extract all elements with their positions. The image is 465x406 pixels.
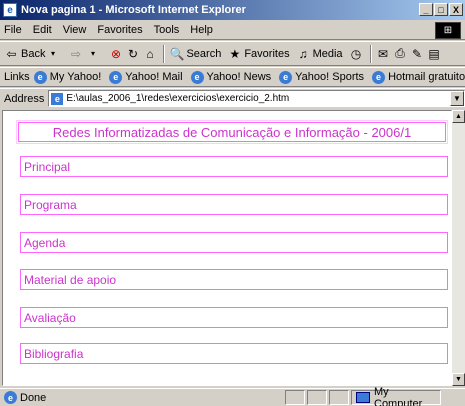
back-arrow-icon: ⇦	[6, 46, 17, 61]
menu-help[interactable]: Help	[190, 24, 213, 36]
menu-tools[interactable]: Tools	[154, 24, 180, 36]
status-pane-empty	[307, 390, 327, 405]
nav-principal[interactable]: Principal	[20, 156, 448, 177]
mail-icon[interactable]: ✉	[376, 46, 391, 61]
menu-file[interactable]: File	[4, 24, 22, 36]
back-dropdown-icon[interactable]: ▾	[45, 46, 60, 61]
menu-view[interactable]: View	[63, 24, 87, 36]
page-content: Redes Informatizadas de Comunicação e In…	[2, 110, 452, 386]
link-label: Yahoo! News	[206, 71, 272, 83]
status-text-pane: e Done	[0, 391, 285, 404]
zone-label: My Computer	[374, 385, 423, 406]
link-hotmail[interactable]: e Hotmail gratuito	[372, 70, 465, 84]
forward-dropdown-icon[interactable]: ▾	[85, 46, 100, 61]
ie-page-icon: e	[51, 92, 64, 105]
home-icon[interactable]: ⌂	[142, 46, 157, 61]
link-label: Yahoo! Mail	[125, 71, 183, 83]
address-value: E:\aulas_2006_1\redes\exercicios\exercic…	[66, 93, 290, 104]
standard-toolbar: ⇦ Back ▾ ⇨ ▾ ⊗ ↻ ⌂ 🔍 Search ★ Favorites …	[0, 41, 465, 66]
windows-logo-icon: ⊞	[435, 22, 461, 39]
link-yahoo-news[interactable]: e Yahoo! News	[190, 70, 272, 84]
link-my-yahoo[interactable]: e My Yahoo!	[33, 70, 102, 84]
close-button[interactable]: X	[449, 3, 463, 16]
menu-edit[interactable]: Edit	[33, 24, 52, 36]
page-title: Redes Informatizadas de Comunicação e In…	[16, 120, 448, 144]
search-button[interactable]: 🔍 Search	[169, 46, 221, 61]
vertical-scrollbar[interactable]: ▲ ▼	[452, 110, 465, 386]
address-input[interactable]: e E:\aulas_2006_1\redes\exercicios\exerc…	[48, 90, 465, 107]
my-computer-icon	[356, 392, 370, 403]
edit-icon[interactable]: ✎	[410, 46, 425, 61]
address-label: Address	[4, 92, 45, 105]
status-pane-empty	[329, 390, 349, 405]
address-dropdown-icon[interactable]: ▼	[450, 91, 464, 106]
media-icon: ♫	[298, 46, 308, 61]
toolbar-separator	[369, 44, 372, 63]
window-controls: _ □ X	[418, 3, 463, 16]
link-label: Hotmail gratuito	[388, 71, 465, 83]
nav-programa[interactable]: Programa	[20, 194, 448, 215]
maximize-button[interactable]: □	[434, 3, 448, 16]
menu-bar: File Edit View Favorites Tools Help ⊞	[0, 21, 465, 40]
toolbar-separator	[163, 44, 166, 63]
link-yahoo-mail[interactable]: e Yahoo! Mail	[109, 70, 183, 84]
forward-arrow-icon: ⇨	[70, 46, 81, 61]
nav-material-de-apoio[interactable]: Material de apoio	[20, 269, 448, 290]
ie-app-icon: e	[3, 3, 17, 17]
status-text: Done	[20, 391, 47, 404]
history-icon[interactable]: ◷	[349, 46, 364, 61]
back-button[interactable]: ⇦ Back ▾	[4, 46, 62, 61]
status-pane-empty	[285, 390, 305, 405]
link-yahoo-sports[interactable]: e Yahoo! Sports	[279, 70, 365, 84]
favorites-button[interactable]: ★ Favorites	[227, 46, 289, 61]
status-bar: e Done My Computer	[0, 386, 465, 406]
refresh-icon[interactable]: ↻	[125, 46, 140, 61]
ie-page-icon: e	[372, 70, 386, 84]
link-label: Yahoo! Sports	[295, 71, 365, 83]
security-zone: My Computer	[351, 386, 441, 406]
media-button[interactable]: ♫ Media	[296, 46, 343, 61]
search-icon: 🔍	[169, 46, 185, 61]
scroll-up-icon[interactable]: ▲	[452, 110, 465, 123]
back-label: Back	[21, 47, 46, 60]
link-label: My Yahoo!	[49, 71, 102, 83]
media-label: Media	[312, 47, 343, 60]
scroll-down-icon[interactable]: ▼	[452, 373, 465, 386]
ie-page-icon: e	[279, 70, 293, 84]
ie-page-icon: e	[33, 70, 47, 84]
ie-page-icon: e	[190, 70, 204, 84]
minimize-button[interactable]: _	[419, 3, 433, 16]
nav-bibliografia[interactable]: Bibliografia	[20, 343, 448, 364]
window-title: Nova pagina 1 - Microsoft Internet Explo…	[21, 4, 246, 16]
favorites-icon: ★	[229, 46, 241, 61]
forward-button[interactable]: ⇨ ▾	[68, 46, 102, 61]
window-title-bar[interactable]: e Nova pagina 1 - Microsoft Internet Exp…	[0, 0, 465, 20]
ie-page-icon: e	[4, 391, 17, 404]
menu-favorites[interactable]: Favorites	[97, 24, 142, 36]
search-label: Search	[186, 47, 222, 60]
nav-agenda[interactable]: Agenda	[20, 232, 448, 253]
links-label: Links	[4, 71, 30, 83]
favorites-label: Favorites	[244, 47, 290, 60]
nav-avaliacao[interactable]: Avaliação	[20, 307, 448, 328]
address-bar: Address e E:\aulas_2006_1\redes\exercici…	[0, 88, 465, 108]
stop-icon[interactable]: ⊗	[108, 46, 123, 61]
links-bar: Links e My Yahoo! e Yahoo! Mail e Yahoo!…	[0, 67, 465, 87]
print-icon[interactable]: ⎙	[393, 46, 408, 61]
ie-page-icon: e	[109, 70, 123, 84]
discuss-icon[interactable]: ▤	[427, 46, 442, 61]
